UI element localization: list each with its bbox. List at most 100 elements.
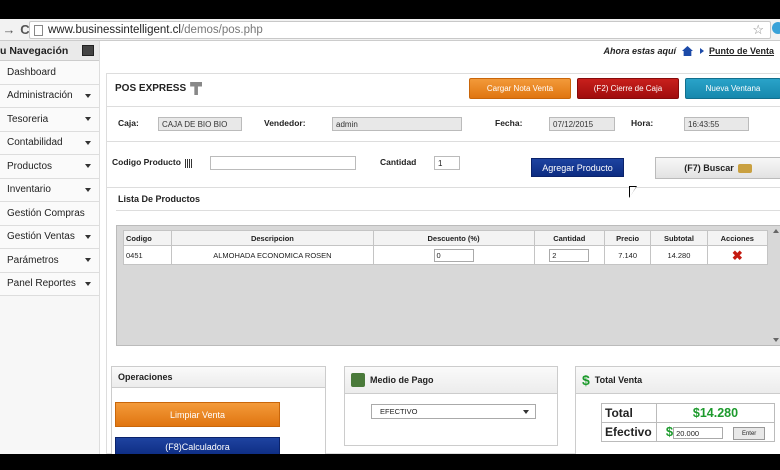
hora-label: Hora: [631,118,654,128]
product-grid: Codigo Descripcion Descuento (%) Cantidad Pr… [116,225,780,346]
efectivo-input[interactable]: 20.000 [673,427,724,440]
cell-codigo: 0451 [122,245,173,265]
column-header: Acciones [706,230,769,246]
efectivo-cell: $20.000 Enter [656,422,775,442]
fecha-label: Fecha: [495,118,523,128]
delete-icon[interactable]: ✖ [732,249,743,262]
video-letterbox-top [0,0,780,19]
forward-arrow-icon[interactable]: → [2,22,16,37]
nueva-ventana-button[interactable]: Nueva Ventana [685,78,780,99]
chevron-down-icon [85,140,91,145]
pos-title: POS EXPRESS [115,82,203,95]
total-venta-box: $ Total Venta Total $14.280 Efectivo $20.… [575,366,780,461]
medio-pago-select[interactable]: EFECTIVO [371,404,536,419]
sidebar-item-gestión-ventas[interactable]: Gestión Ventas [0,225,99,249]
divider [116,210,780,211]
sidebar-item-label: Inventario [7,184,51,196]
cell-descripcion: ALMOHADA ECONOMICA ROSEN [171,245,374,265]
operaciones-title: Operaciones [112,367,325,388]
sidebar-item-label: Contabilidad [7,137,63,149]
scroll-down-icon[interactable] [773,338,779,342]
chevron-down-icon [523,410,529,414]
sidebar-item-label: Dashboard [7,66,56,78]
sidebar-item-parámetros[interactable]: Parámetros [0,249,99,273]
cell-precio: 7.140 [603,245,652,265]
address-bar[interactable]: www.businessintelligent.cl/demos/pos.php… [29,21,771,39]
cell-subtotal: 14.280 [650,245,708,265]
sidebar-item-productos[interactable]: Productos [0,155,99,179]
search-icon [737,163,752,173]
sidebar-item-inventario[interactable]: Inventario [0,178,99,202]
codigo-producto-label: Codigo Producto [112,157,181,167]
codigo-producto-input[interactable] [210,156,356,170]
sidebar-item-panel-reportes[interactable]: Panel Reportes [0,272,99,296]
medio-pago-box: Medio de Pago EFECTIVO [344,366,558,446]
dollar-sign: $ [665,424,674,440]
dollar-icon: $ [582,372,590,388]
sidebar: u Navegación Dashboard Administración Teso… [0,41,100,454]
hora-field: 16:43:55 [684,117,749,131]
column-header: Descuento (%) [372,230,535,246]
url-host: www.businessintelligent.cl [48,24,181,36]
enter-button[interactable]: Enter [733,426,766,440]
breadcrumb-arrow-icon [699,48,704,54]
sidebar-title: u Navegación [0,44,69,57]
efectivo-label: Efectivo [601,422,657,442]
column-header: Descripcion [171,230,374,246]
column-header: Precio [603,230,652,246]
home-icon[interactable] [681,46,693,56]
agregar-producto-button[interactable]: Agregar Producto [531,158,624,177]
scroll-up-icon[interactable] [773,229,779,233]
chevron-down-icon [85,234,91,239]
column-header: Codigo [122,230,173,246]
cantidad-label: Cantidad [380,157,417,167]
breadcrumb-current[interactable]: Punto de Venta [709,46,774,56]
chevron-down-icon [85,93,91,98]
money-icon [351,373,365,387]
medio-pago-header: Medio de Pago [345,367,557,394]
divider [107,106,780,107]
cantidad-row-input[interactable]: 2 [549,248,590,262]
limpiar-venta-button[interactable]: Limpiar Venta [115,402,280,427]
chevron-down-icon [85,117,91,121]
column-header: Subtotal [650,230,708,246]
chevron-down-icon [85,258,91,262]
cantidad-input[interactable]: 1 [434,156,460,170]
cell-descuento: 0 [372,245,535,265]
sidebar-item-gestión-compras[interactable]: Gestión Compras [0,202,99,226]
cargar-nota-venta-button[interactable]: Cargar Nota Venta [469,78,571,99]
sidebar-item-tesoreria[interactable]: Tesoreria [0,108,99,132]
sidebar-item-label: Tesoreria [7,113,49,125]
page-icon [34,24,43,36]
chevron-down-icon [85,164,91,168]
bookmark-star-icon[interactable]: ☆ [752,22,764,38]
cierre-caja-button[interactable]: (F2) Cierre de Caja [577,78,679,99]
chevron-down-icon [85,187,91,192]
divider [107,187,780,188]
sidebar-item-label: Gestión Ventas [7,231,75,243]
sidebar-item-administración[interactable]: Administración [0,84,99,108]
cell-cantidad: 2 [533,245,605,265]
sidebar-item-label: Productos [7,160,53,172]
breadcrumb: Ahora estas aquí Punto de Venta [100,41,780,61]
sidebar-header: u Navegación [0,41,99,61]
mouse-cursor [630,187,636,197]
column-header: Cantidad [533,230,605,246]
buscar-button[interactable]: (F7) Buscar [655,157,780,179]
sidebar-item-label: Gestión Compras [7,207,85,219]
caja-field: CAJA DE BIO BIO [158,117,242,131]
pos-panel: POS EXPRESS Cargar Nota Venta (F2) Cierr… [106,73,780,461]
lista-productos-title: Lista De Productos [118,194,201,204]
caja-label: Caja: [118,118,139,128]
sidebar-item-dashboard[interactable]: Dashboard [0,61,99,85]
hammer-icon [190,82,203,95]
sidebar-toggle-icon[interactable] [82,45,94,56]
divider [107,141,780,142]
fecha-field: 07/12/2015 [549,117,615,131]
descuento-input[interactable]: 0 [433,248,474,262]
video-letterbox-bottom [0,454,780,470]
skype-extension-icon[interactable] [772,22,780,34]
sidebar-item-label: Parámetros [7,254,59,266]
sidebar-item-contabilidad[interactable]: Contabilidad [0,131,99,155]
chevron-down-icon [85,281,91,286]
